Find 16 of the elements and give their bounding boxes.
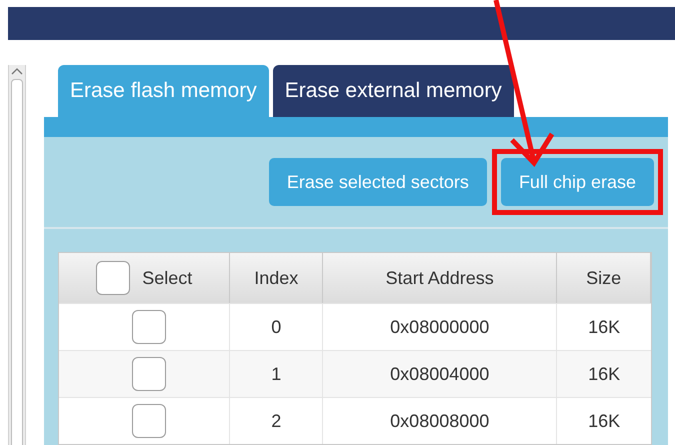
header-label: Index — [254, 266, 298, 290]
scroll-thumb[interactable] — [11, 79, 23, 445]
tab[interactable]: Erase external memory — [272, 65, 514, 117]
header-label: Start Address — [386, 266, 494, 290]
header-label: Size — [586, 266, 622, 290]
table-cell: 2 — [230, 398, 324, 444]
table-cell-text: 16K — [587, 316, 622, 338]
table-cell-text: 16K — [587, 362, 622, 386]
checkbox[interactable] — [132, 404, 166, 438]
checkbox[interactable] — [132, 310, 166, 344]
checkbox[interactable] — [132, 357, 166, 391]
header-label: Select — [142, 266, 192, 290]
table-cell: 0x08008000 — [323, 398, 558, 444]
scroll-up-icon[interactable] — [11, 67, 23, 75]
checkbox[interactable] — [96, 261, 130, 295]
table-cell-text: 16K — [587, 410, 622, 432]
